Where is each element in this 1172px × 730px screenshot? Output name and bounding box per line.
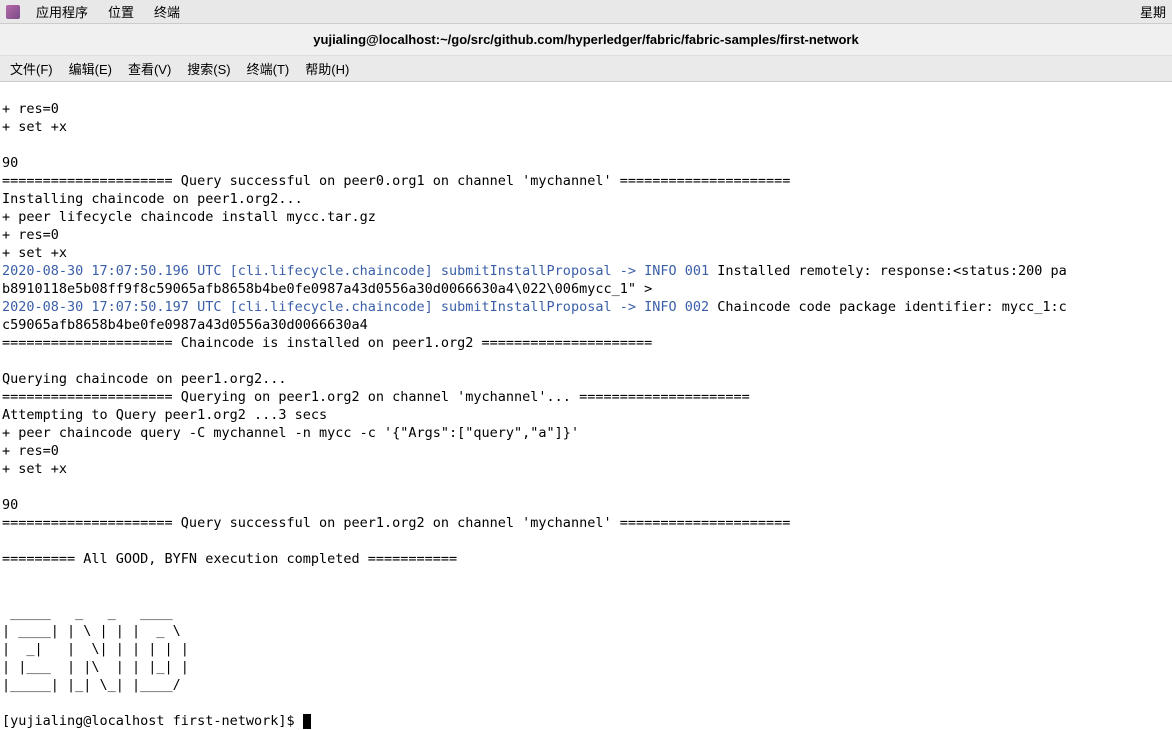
terminal-menu-bar: 文件(F) 编辑(E) 查看(V) 搜索(S) 终端(T) 帮助(H) <box>0 56 1172 82</box>
term-line: + set +x <box>2 119 67 135</box>
panel-applications[interactable]: 应用程序 <box>26 2 98 21</box>
ascii-art-end: | _| | \| | | | | | <box>2 641 197 657</box>
term-log-info: 2020-08-30 17:07:50.196 UTC [cli.lifecyc… <box>2 263 709 279</box>
term-line: + peer lifecycle chaincode install mycc.… <box>2 209 376 225</box>
desktop-top-panel: 应用程序 位置 终端 星期 <box>0 0 1172 24</box>
term-line: b8910118e5b08ff9f8c59065afb8658b4be0fe09… <box>2 281 652 297</box>
menu-search[interactable]: 搜索(S) <box>179 59 238 78</box>
term-line: + res=0 <box>2 101 59 117</box>
ascii-art-end: _____ _ _ ____ <box>2 605 197 621</box>
term-line: + set +x <box>2 461 67 477</box>
window-title: yujialing@localhost:~/go/src/github.com/… <box>313 32 858 47</box>
term-line: Chaincode code package identifier: mycc_… <box>709 299 1067 315</box>
panel-places[interactable]: 位置 <box>98 2 144 21</box>
ascii-art-end: | ____| | \ | | | _ \ <box>2 623 197 639</box>
activities-icon <box>6 5 20 19</box>
term-line: + res=0 <box>2 227 59 243</box>
panel-clock: 星期 <box>1140 2 1166 21</box>
term-line: Attempting to Query peer1.org2 ...3 secs <box>2 407 327 423</box>
panel-terminal[interactable]: 终端 <box>144 2 190 21</box>
term-line: ===================== Chaincode is insta… <box>2 335 652 351</box>
term-line: Installed remotely: response:<status:200… <box>709 263 1067 279</box>
term-line: + set +x <box>2 245 67 261</box>
terminal-output[interactable]: + res=0 + set +x 90 ====================… <box>0 82 1172 730</box>
term-log-info: 2020-08-30 17:07:50.197 UTC [cli.lifecyc… <box>2 299 709 315</box>
menu-edit[interactable]: 编辑(E) <box>61 59 120 78</box>
shell-prompt: [yujialing@localhost first-network]$ <box>2 713 303 729</box>
menu-help[interactable]: 帮助(H) <box>297 59 357 78</box>
menu-view[interactable]: 查看(V) <box>120 59 179 78</box>
term-line: ===================== Query successful o… <box>2 173 790 189</box>
term-line: c59065afb8658b4be0fe0987a43d0556a30d0066… <box>2 317 368 333</box>
window-title-bar: yujialing@localhost:~/go/src/github.com/… <box>0 24 1172 56</box>
term-line: Querying chaincode on peer1.org2... <box>2 371 286 387</box>
term-line: 90 <box>2 155 18 171</box>
term-line: Installing chaincode on peer1.org2... <box>2 191 303 207</box>
term-line: ===================== Querying on peer1.… <box>2 389 750 405</box>
cursor-icon <box>303 714 311 729</box>
term-line: ===================== Query successful o… <box>2 515 790 531</box>
term-line: ========= All GOOD, BYFN execution compl… <box>2 551 465 567</box>
ascii-art-end: | |___ | |\ | | |_| | <box>2 659 197 675</box>
ascii-art-end: |_____| |_| \_| |____/ <box>2 677 197 693</box>
menu-file[interactable]: 文件(F) <box>2 59 61 78</box>
term-line: + res=0 <box>2 443 59 459</box>
term-line: 90 <box>2 497 18 513</box>
term-line: + peer chaincode query -C mychannel -n m… <box>2 425 579 441</box>
menu-terminal[interactable]: 终端(T) <box>239 59 298 78</box>
